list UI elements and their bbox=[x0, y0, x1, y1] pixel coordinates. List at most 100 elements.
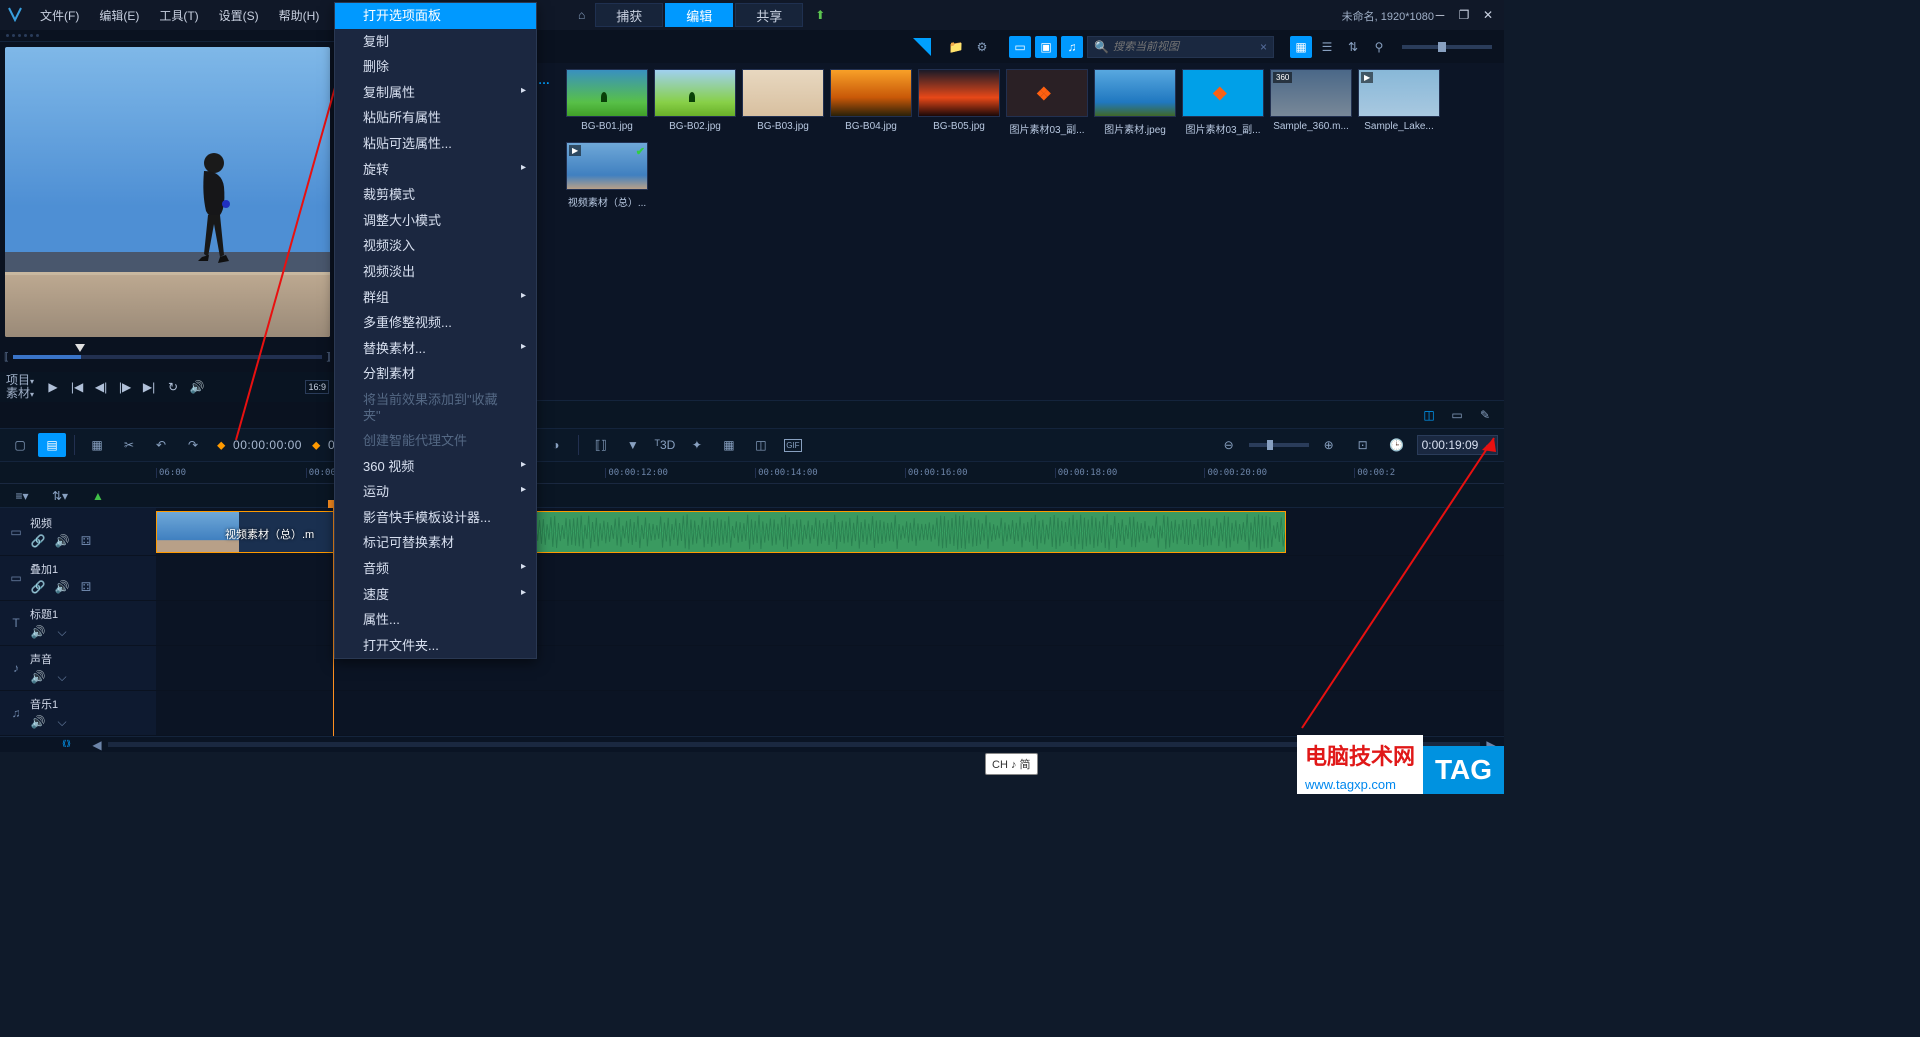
ctx-8[interactable]: 调整大小模式 bbox=[335, 208, 536, 234]
ctx-24[interactable]: 打开文件夹... bbox=[335, 633, 536, 659]
tab-edit[interactable]: 编辑 bbox=[665, 3, 733, 27]
tab-capture[interactable]: 捕获 bbox=[595, 3, 663, 27]
ctx-3[interactable]: 复制属性 bbox=[335, 80, 536, 106]
ctx-12[interactable]: 多重修整视频... bbox=[335, 310, 536, 336]
mute-icon[interactable]: 🔊 bbox=[54, 579, 70, 595]
settings-icon[interactable]: ⚲ bbox=[1368, 36, 1390, 58]
minimize-button[interactable]: ─ bbox=[1432, 7, 1448, 23]
link-icon[interactable]: 🔗 bbox=[30, 579, 46, 595]
filter-video-icon[interactable]: ▭ bbox=[1009, 36, 1031, 58]
import-folder-icon[interactable]: 📁 bbox=[945, 36, 967, 58]
ctx-20[interactable]: 标记可替换素材 bbox=[335, 530, 536, 556]
voice-icon[interactable]: ♪ bbox=[8, 660, 24, 676]
capture-icon[interactable]: ⚙ bbox=[971, 36, 993, 58]
lock-icon[interactable]: ⚃ bbox=[78, 579, 94, 595]
view-list-icon[interactable]: ☰ bbox=[1316, 36, 1338, 58]
goto-end-button[interactable]: ▶| bbox=[140, 378, 158, 396]
ctx-18[interactable]: 运动 bbox=[335, 479, 536, 505]
goto-start-button[interactable]: |◀ bbox=[68, 378, 86, 396]
zoom-in-icon[interactable]: ⊕ bbox=[1315, 433, 1343, 457]
ctx-23[interactable]: 属性... bbox=[335, 607, 536, 633]
ctx-4[interactable]: 粘贴所有属性 bbox=[335, 105, 536, 131]
thumb-7[interactable]: ❖图片素材03_副... bbox=[1182, 69, 1264, 136]
upload-icon[interactable]: ⬆ bbox=[805, 8, 825, 22]
tool-split[interactable]: ⟦⟧ bbox=[587, 433, 615, 457]
track-opt-icon[interactable]: ⇅▾ bbox=[46, 484, 74, 508]
lock-icon[interactable]: ⚃ bbox=[78, 533, 94, 549]
filter-image-icon[interactable]: ▣ bbox=[1035, 36, 1057, 58]
tracks-menu-icon[interactable]: ≡▾ bbox=[8, 484, 36, 508]
tool-subtitles[interactable]: ◫ bbox=[747, 433, 775, 457]
undo-hist-icon[interactable]: ▦ bbox=[83, 433, 111, 457]
ctx-6[interactable]: 旋转 bbox=[335, 157, 536, 183]
ctx-11[interactable]: 群组 bbox=[335, 285, 536, 311]
ctx-10[interactable]: 视频淡出 bbox=[335, 259, 536, 285]
timeline-hscroll[interactable]: ⟪⟫ ◀ ▶ bbox=[0, 736, 1504, 752]
menu-help[interactable]: 帮助(H) bbox=[269, 0, 330, 30]
scroll-left-icon[interactable]: ◀ bbox=[90, 738, 104, 752]
sort-icon[interactable]: ⇅ bbox=[1342, 36, 1364, 58]
timeline-ruler[interactable]: 06:0000:00:08:0000:00:10:0000:00:12:0000… bbox=[0, 462, 1504, 484]
ctx-0[interactable]: 打开选项面板 bbox=[335, 3, 536, 29]
menu-tools[interactable]: 工具(T) bbox=[149, 0, 208, 30]
expand-icon[interactable]: ⌵ bbox=[54, 714, 70, 730]
track-head-music[interactable]: ♫音乐1🔊⌵ bbox=[0, 691, 156, 735]
title-icon[interactable]: T bbox=[8, 615, 24, 631]
thumb-8[interactable]: 360Sample_360.m... bbox=[1270, 69, 1352, 136]
tool-marker[interactable]: ▼ bbox=[619, 433, 647, 457]
fit-icon[interactable]: ⊡ bbox=[1349, 433, 1377, 457]
timecode-display[interactable]: 0:00:19:09 ▴▾ bbox=[1417, 435, 1498, 455]
menu-edit[interactable]: 编辑(E) bbox=[89, 0, 149, 30]
thumb-2[interactable]: BG-B03.jpg bbox=[742, 69, 824, 136]
thumb-4[interactable]: BG-B05.jpg bbox=[918, 69, 1000, 136]
tool-chapter[interactable]: ▦ bbox=[715, 433, 743, 457]
storyboard-view-icon[interactable]: ▢ bbox=[6, 433, 34, 457]
thumb-9[interactable]: ▶Sample_Lake... bbox=[1358, 69, 1440, 136]
scrub-bar[interactable]: ⟦ ⟧ bbox=[0, 342, 335, 372]
track-body-music[interactable] bbox=[156, 691, 1504, 735]
ctx-1[interactable]: 复制 bbox=[335, 29, 536, 55]
menu-settings[interactable]: 设置(S) bbox=[209, 0, 269, 30]
clock-icon[interactable]: 🕒 bbox=[1383, 433, 1411, 457]
redo-icon[interactable]: ↷ bbox=[179, 433, 207, 457]
video-clip[interactable]: 视频素材（总）.m bbox=[156, 511, 1286, 553]
tab-share[interactable]: 共享 bbox=[735, 3, 803, 27]
ctx-2[interactable]: 删除 bbox=[335, 54, 536, 80]
expand-icon[interactable]: ⌵ bbox=[54, 669, 70, 685]
track-add-icon[interactable]: ▲ bbox=[84, 484, 112, 508]
ctx-5[interactable]: 粘贴可选属性... bbox=[335, 131, 536, 157]
thumb-6[interactable]: 图片素材.jpeg bbox=[1094, 69, 1176, 136]
track-head-voice[interactable]: ♪声音🔊⌵ bbox=[0, 646, 156, 690]
search-box[interactable]: 🔍 × bbox=[1087, 36, 1274, 58]
clear-search-icon[interactable]: × bbox=[1260, 40, 1267, 54]
ctx-19[interactable]: 影音快手模板设计器... bbox=[335, 505, 536, 531]
track-head-video[interactable]: ▭视频🔗🔊⚃ bbox=[0, 508, 156, 555]
undo-icon[interactable]: ↶ bbox=[147, 433, 175, 457]
single-view-icon[interactable]: ▭ bbox=[1446, 404, 1468, 426]
thumb-5[interactable]: ❖图片素材03_副... bbox=[1006, 69, 1088, 136]
loop-button[interactable]: ↻ bbox=[164, 378, 182, 396]
expand-icon[interactable]: ⌵ bbox=[54, 624, 70, 640]
dual-view-icon[interactable]: ◫ bbox=[1418, 404, 1440, 426]
tool-mask[interactable]: ◑ bbox=[542, 433, 570, 457]
mute-icon[interactable]: 🔊 bbox=[54, 533, 70, 549]
ctx-14[interactable]: 分割素材 bbox=[335, 361, 536, 387]
ctx-7[interactable]: 裁剪模式 bbox=[335, 182, 536, 208]
ctx-17[interactable]: 360 视频 bbox=[335, 454, 536, 480]
thumb-10[interactable]: ▶✔视频素材（总）... bbox=[566, 142, 648, 209]
video-icon[interactable]: ▭ bbox=[8, 570, 24, 586]
thumb-size-slider[interactable] bbox=[1402, 45, 1492, 49]
thumb-0[interactable]: BG-B01.jpg bbox=[566, 69, 648, 136]
timeline-view-icon[interactable]: ▤ bbox=[38, 433, 66, 457]
link-icon[interactable]: 🔗 bbox=[30, 533, 46, 549]
search-input[interactable] bbox=[1113, 41, 1256, 53]
tool-3dtitle[interactable]: T3D bbox=[651, 433, 679, 457]
ctx-21[interactable]: 音频 bbox=[335, 556, 536, 582]
ctx-9[interactable]: 视频淡入 bbox=[335, 233, 536, 259]
zoom-out-icon[interactable]: ⊖ bbox=[1215, 433, 1243, 457]
view-thumb-icon[interactable]: ▦ bbox=[1290, 36, 1312, 58]
play-button[interactable]: ▶ bbox=[44, 378, 62, 396]
mute-icon[interactable]: 🔊 bbox=[30, 669, 46, 685]
home-icon[interactable]: ⌂ bbox=[570, 4, 593, 26]
tool-variate[interactable]: ✦ bbox=[683, 433, 711, 457]
